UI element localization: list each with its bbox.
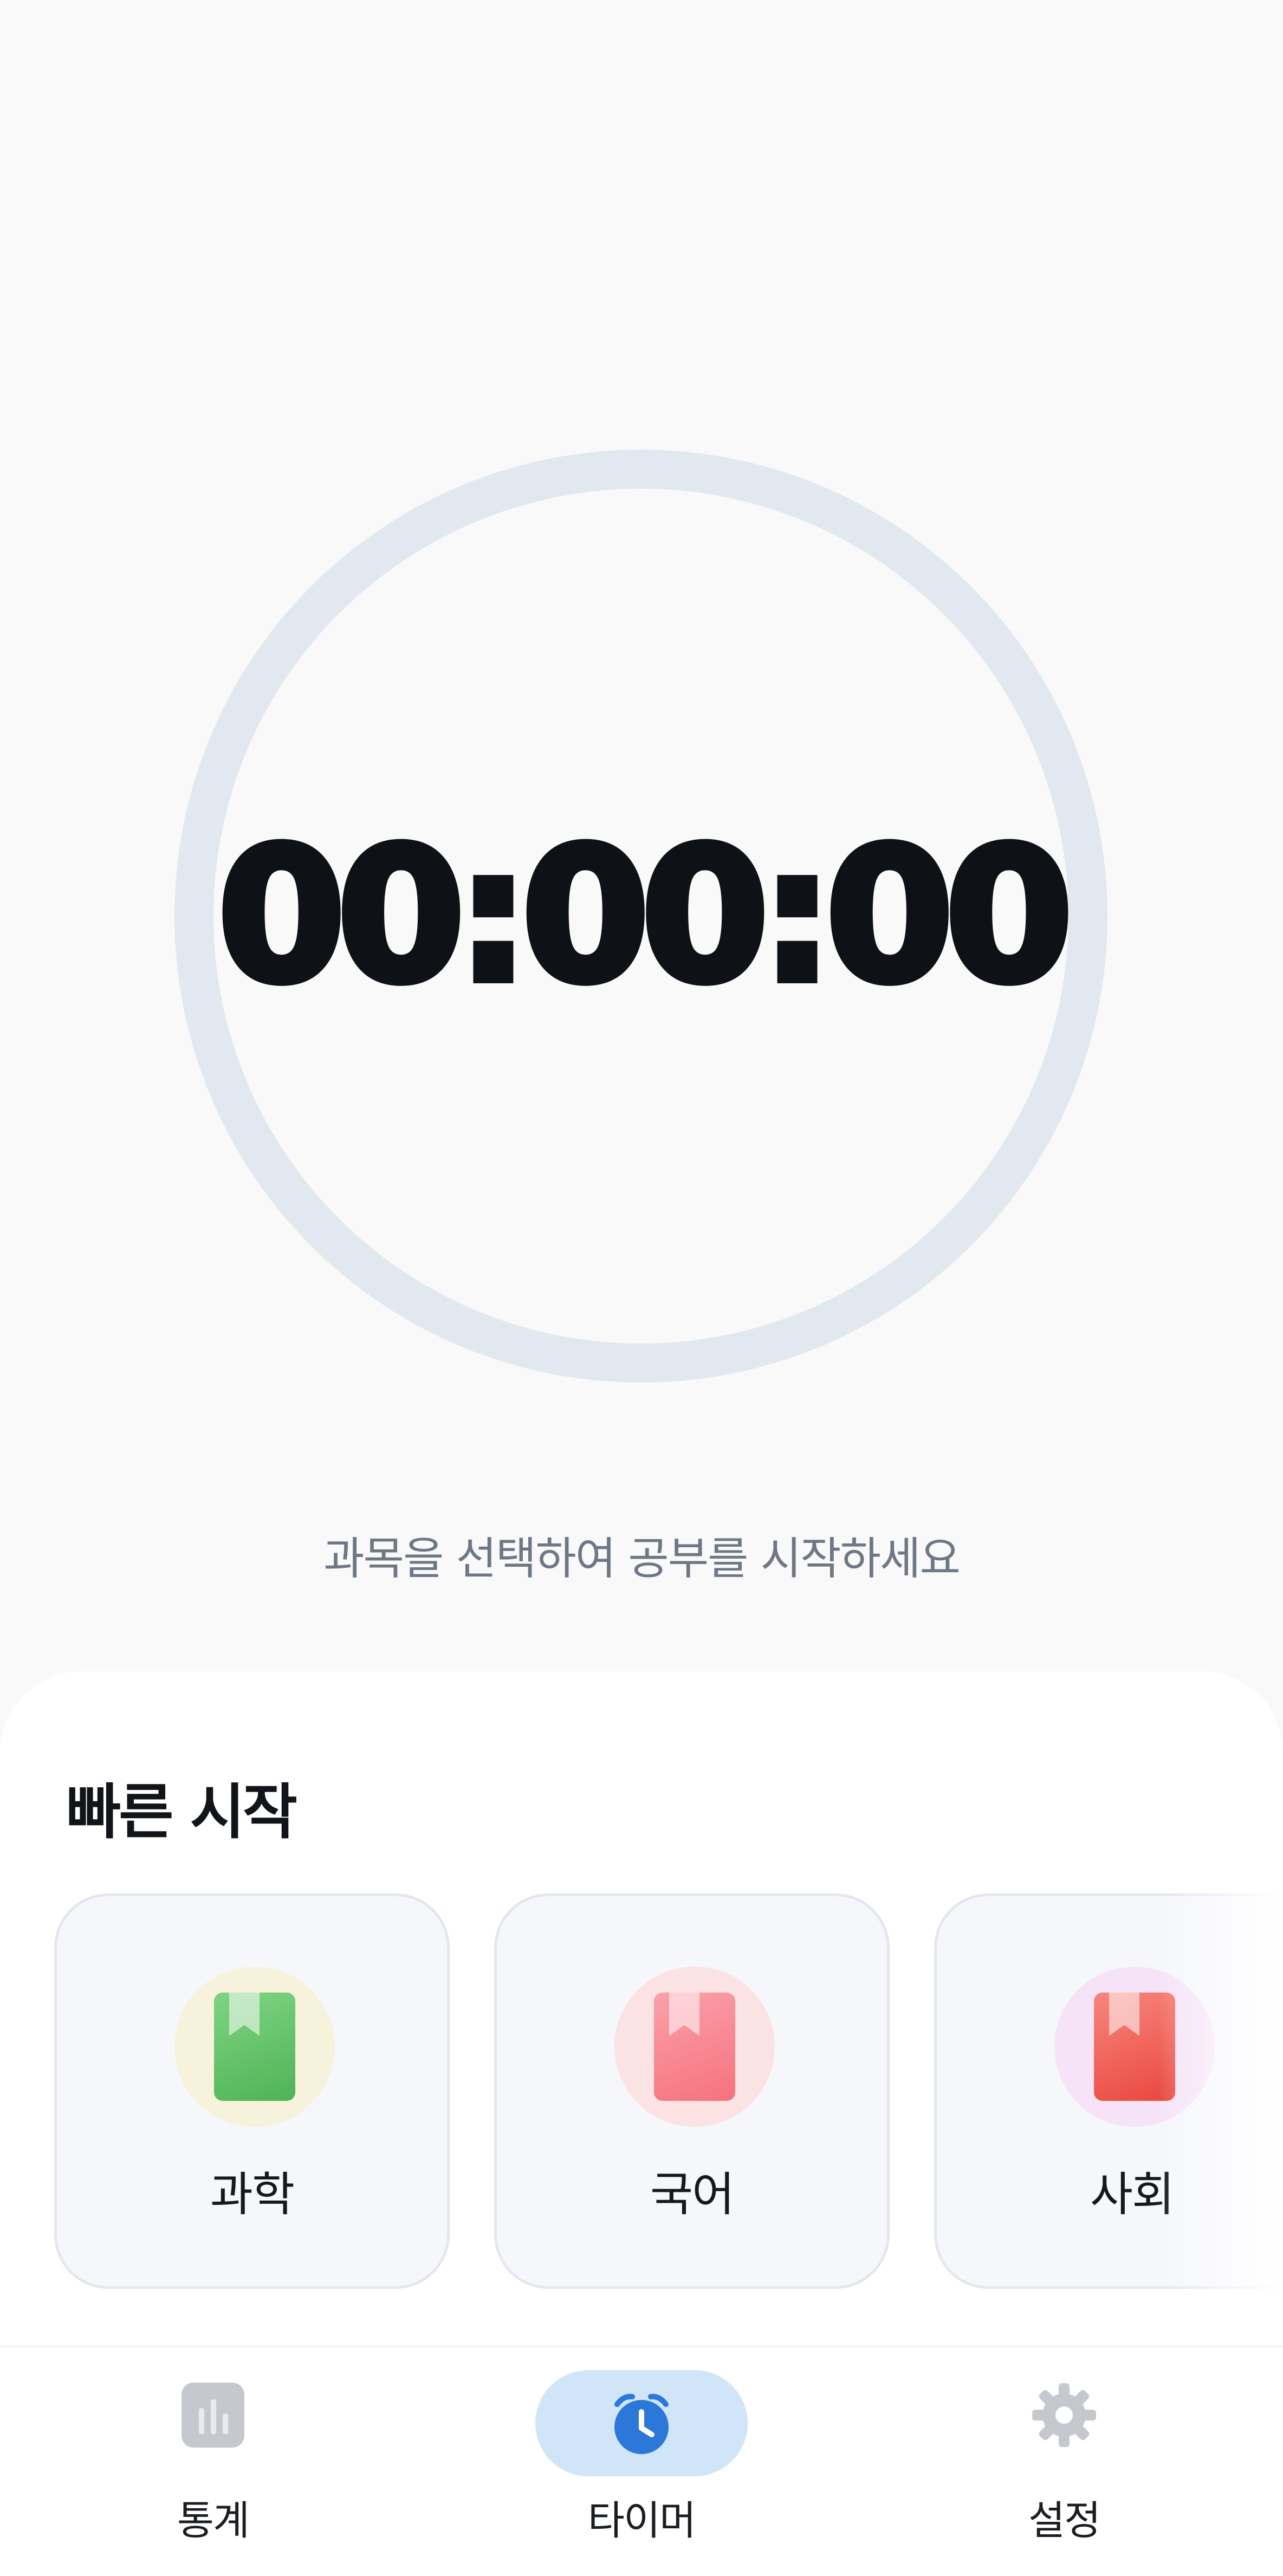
timer-display[interactable]: 00:00:00 xyxy=(174,450,1107,1383)
book-icon xyxy=(654,1993,735,2101)
nav-label-stats: 통계 xyxy=(177,2497,250,2544)
nav-label-settings: 설정 xyxy=(1028,2497,1101,2544)
subject-card-list[interactable]: 과학 국어 사회 xyxy=(54,1893,1283,2294)
alarm-clock-icon xyxy=(535,2370,748,2476)
subject-card-science[interactable]: 과학 xyxy=(54,1893,450,2289)
quick-start-title: 빠른 시작 xyxy=(66,1777,297,1847)
gear-icon xyxy=(1029,2380,1099,2450)
timer-hint: 과목을 선택하여 공부를 시작하세요 xyxy=(323,1533,961,1585)
subject-label: 과학 xyxy=(210,2168,295,2222)
nav-item-stats[interactable]: 통계 xyxy=(50,2347,375,2576)
subject-label: 국어 xyxy=(650,2168,735,2222)
nav-item-timer[interactable]: 타이머 xyxy=(479,2347,804,2576)
subject-card-korean[interactable]: 국어 xyxy=(494,1893,890,2289)
bar-chart-icon xyxy=(180,2380,245,2450)
scroll-fade xyxy=(1158,1893,1283,2294)
book-icon xyxy=(214,1993,295,2101)
nav-item-settings[interactable]: 설정 xyxy=(902,2347,1227,2576)
subject-icon-circle xyxy=(614,1967,775,2127)
subject-icon-circle xyxy=(174,1967,335,2127)
bottom-navigation: 통계 타이머 설정 xyxy=(0,2346,1283,2576)
nav-label-timer: 타이머 xyxy=(587,2497,696,2544)
